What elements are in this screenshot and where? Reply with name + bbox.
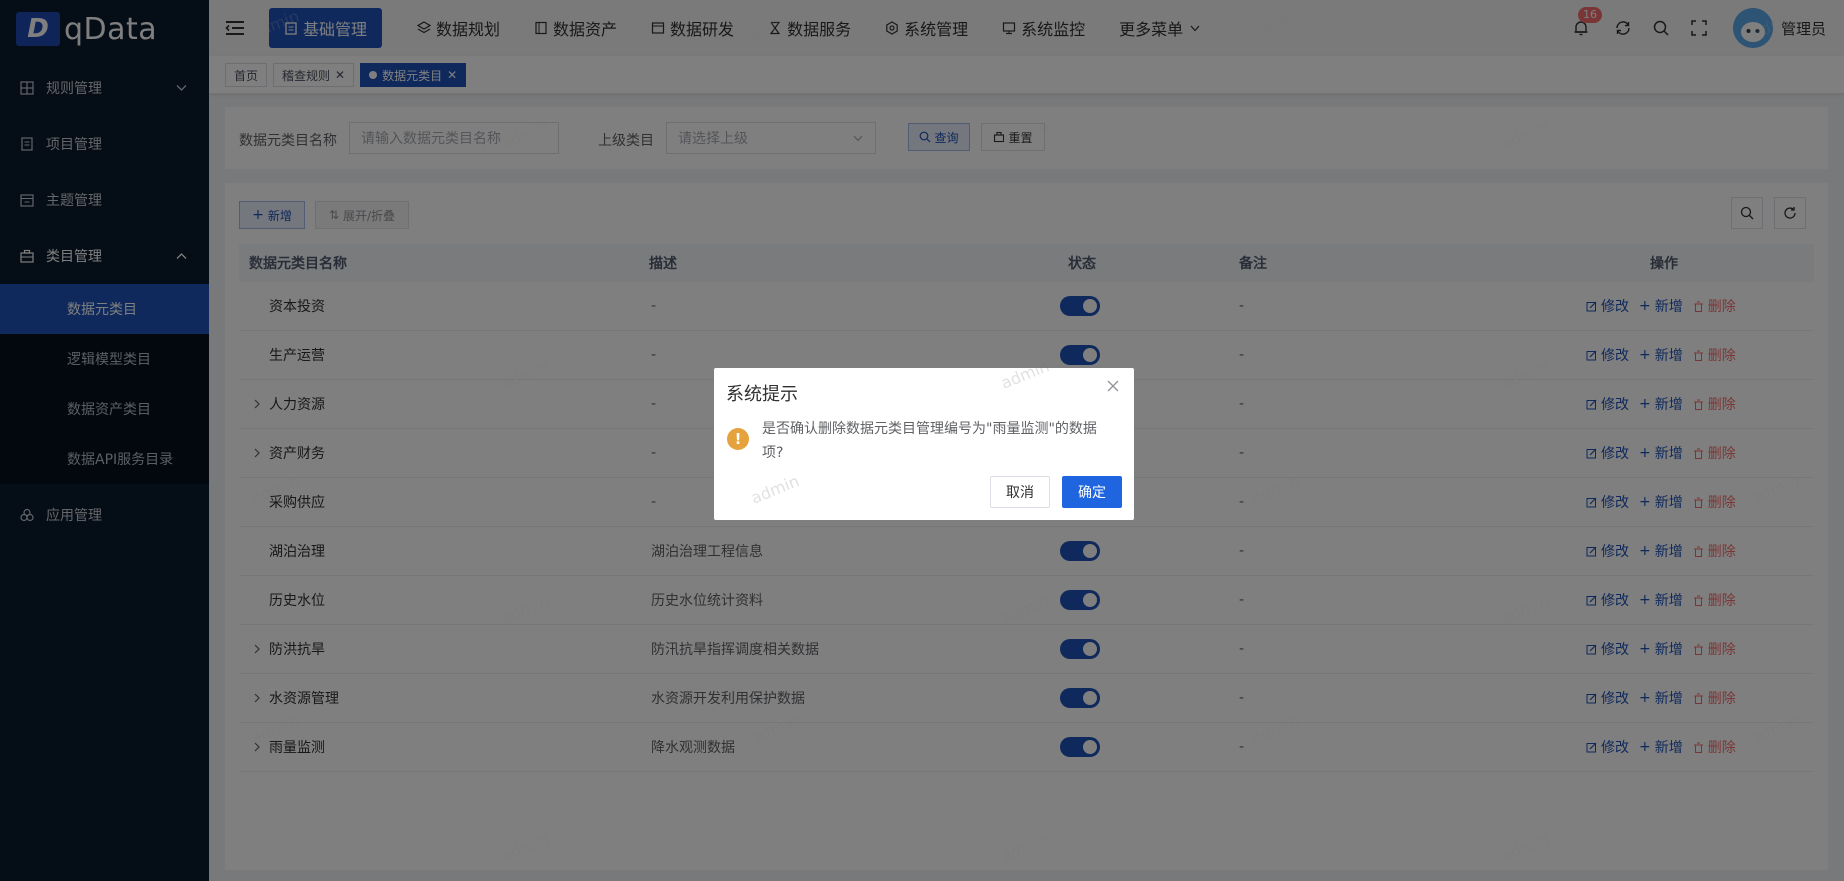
confirm-button[interactable]: 确定 [1062, 476, 1122, 508]
warning-icon: ! [727, 428, 749, 450]
dialog-title: 系统提示 [726, 384, 798, 405]
cancel-button[interactable]: 取消 [990, 476, 1050, 508]
confirm-dialog: 系统提示 ! 是否确认删除数据元类目管理编号为"雨量监测"的数据项? 取消 确定 [714, 368, 1134, 520]
dialog-message: 是否确认删除数据元类目管理编号为"雨量监测"的数据项? [762, 421, 1097, 461]
close-icon[interactable] [1106, 379, 1120, 393]
